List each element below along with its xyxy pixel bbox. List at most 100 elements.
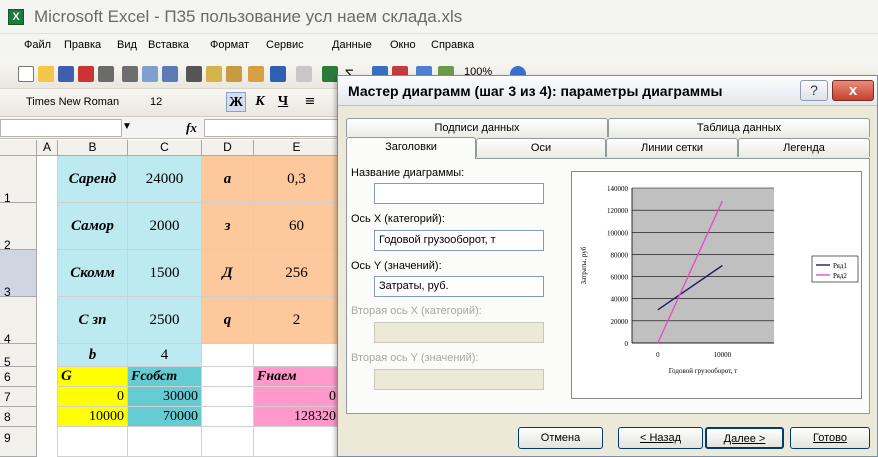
underline-button[interactable]: Ч	[273, 92, 293, 112]
tab-data-labels[interactable]: Подписи данных	[346, 118, 608, 137]
row-header-3[interactable]: 3	[0, 250, 37, 299]
cut-icon[interactable]	[186, 66, 202, 82]
cell-b8[interactable]: 10000	[58, 407, 128, 427]
copy-icon[interactable]	[206, 66, 222, 82]
cell-c1[interactable]: 24000	[128, 156, 202, 203]
cell-c3[interactable]: 1500	[128, 250, 202, 297]
cell-c5[interactable]: 4	[128, 344, 202, 367]
save-icon[interactable]	[58, 66, 74, 82]
cell-e8[interactable]: 128320	[254, 407, 340, 427]
tab-titles[interactable]: Заголовки	[346, 137, 476, 159]
cell-e5[interactable]	[254, 344, 340, 367]
finish-button[interactable]: Готово	[790, 427, 870, 449]
cell-d1[interactable]: a	[202, 156, 254, 203]
row-header-2[interactable]: 2	[0, 203, 37, 252]
column-header-d[interactable]: D	[202, 140, 254, 156]
print-icon[interactable]	[98, 66, 114, 82]
cell-d4[interactable]: q	[202, 297, 254, 344]
menu-tools[interactable]: Сервис	[266, 39, 304, 51]
spelling-icon[interactable]	[142, 66, 158, 82]
permission-icon[interactable]	[78, 66, 94, 82]
cell-b7[interactable]: 0	[58, 387, 128, 407]
row-header-8[interactable]: 8	[0, 407, 37, 427]
cell-e3[interactable]: 256	[254, 250, 340, 297]
cell-e7[interactable]: 0	[254, 387, 340, 407]
insert-function-icon[interactable]: fx	[186, 120, 197, 136]
cell-d5[interactable]	[202, 344, 254, 367]
cell-e2[interactable]: 60	[254, 203, 340, 250]
menu-insert[interactable]: Вставка	[148, 39, 189, 51]
column-a-cells[interactable]	[37, 156, 58, 457]
name-box[interactable]	[0, 119, 122, 137]
paste-icon[interactable]	[226, 66, 242, 82]
dialog-title-bar[interactable]: Мастер диаграмм (шаг 3 из 4): параметры …	[338, 76, 877, 106]
row-header-4[interactable]: 4	[0, 297, 37, 346]
column-header-b[interactable]: B	[58, 140, 128, 156]
menu-help[interactable]: Справка	[431, 39, 474, 51]
close-button[interactable]: x	[832, 80, 874, 101]
align-left-icon[interactable]: ≡	[300, 92, 320, 112]
select-all-corner[interactable]	[0, 140, 37, 156]
undo-icon[interactable]	[270, 66, 286, 82]
cell-d2[interactable]: з	[202, 203, 254, 250]
back-button[interactable]: < Назад	[618, 427, 703, 449]
tab-data-table[interactable]: Таблица данных	[608, 118, 870, 137]
next-button[interactable]: Далее >	[705, 427, 784, 449]
cell-d9[interactable]	[202, 427, 254, 457]
cell-b1[interactable]: Саренд	[58, 156, 128, 203]
cell-b3[interactable]: Скомм	[58, 250, 128, 297]
open-folder-icon[interactable]	[38, 66, 54, 82]
cell-d7[interactable]	[202, 387, 254, 407]
y-axis-title-input[interactable]: Затраты, руб.	[374, 276, 544, 297]
menu-data[interactable]: Данные	[332, 39, 372, 51]
cell-c2[interactable]: 2000	[128, 203, 202, 250]
menu-edit[interactable]: Правка	[64, 39, 101, 51]
menu-file[interactable]: Файл	[24, 39, 51, 51]
x-axis-title-input[interactable]: Годовой грузооборот, т	[374, 230, 544, 251]
cell-c9[interactable]	[128, 427, 202, 457]
font-name-select[interactable]: Times New Roman	[24, 93, 136, 111]
cell-c4[interactable]: 2500	[128, 297, 202, 344]
cell-b5[interactable]: b	[58, 344, 128, 367]
italic-button[interactable]: К	[250, 92, 270, 112]
row-header-1[interactable]: 1	[0, 156, 37, 205]
font-size-select[interactable]: 12	[150, 93, 196, 111]
name-box-dropdown-icon[interactable]: ▼	[122, 121, 132, 132]
tab-legend[interactable]: Легенда	[738, 138, 870, 157]
menu-format[interactable]: Формат	[210, 39, 249, 51]
cell-b9[interactable]	[58, 427, 128, 457]
tab-axes[interactable]: Оси	[476, 138, 606, 157]
cell-b4[interactable]: С зп	[58, 297, 128, 344]
cell-c7[interactable]: 30000	[128, 387, 202, 407]
cell-e4[interactable]: 2	[254, 297, 340, 344]
menu-view[interactable]: Вид	[117, 39, 137, 51]
row-header-7[interactable]: 7	[0, 387, 37, 407]
column-header-c[interactable]: C	[128, 140, 202, 156]
row-header-5[interactable]: 5	[0, 344, 37, 369]
format-painter-icon[interactable]	[248, 66, 264, 82]
row-header-9[interactable]: 9	[0, 427, 37, 457]
hyperlink-icon[interactable]	[322, 66, 338, 82]
cell-e1[interactable]: 0,3	[254, 156, 340, 203]
research-icon[interactable]	[162, 66, 178, 82]
cell-d8[interactable]	[202, 407, 254, 427]
cell-c8[interactable]: 70000	[128, 407, 202, 427]
column-header-a[interactable]: A	[37, 140, 58, 156]
cell-d6[interactable]	[202, 367, 254, 387]
column-header-e[interactable]: E	[254, 140, 340, 156]
cell-b6[interactable]: G	[58, 367, 128, 387]
menu-window[interactable]: Окно	[390, 39, 416, 51]
tab-gridlines[interactable]: Линии сетки	[606, 138, 738, 157]
new-document-icon[interactable]	[18, 66, 34, 82]
help-button[interactable]: ?	[800, 80, 828, 101]
cell-c6[interactable]: Fсобст	[128, 367, 202, 387]
bold-button[interactable]: Ж	[226, 92, 246, 112]
cancel-button[interactable]: Отмена	[518, 427, 603, 449]
chart-title-input[interactable]	[374, 183, 544, 204]
cell-e6[interactable]: Fнаем	[254, 367, 340, 387]
cell-e9[interactable]	[254, 427, 340, 457]
row-header-6[interactable]: 6	[0, 367, 37, 387]
print-preview-icon[interactable]	[122, 66, 138, 82]
cell-d3[interactable]: Д	[202, 250, 254, 297]
formula-input[interactable]	[204, 119, 338, 137]
